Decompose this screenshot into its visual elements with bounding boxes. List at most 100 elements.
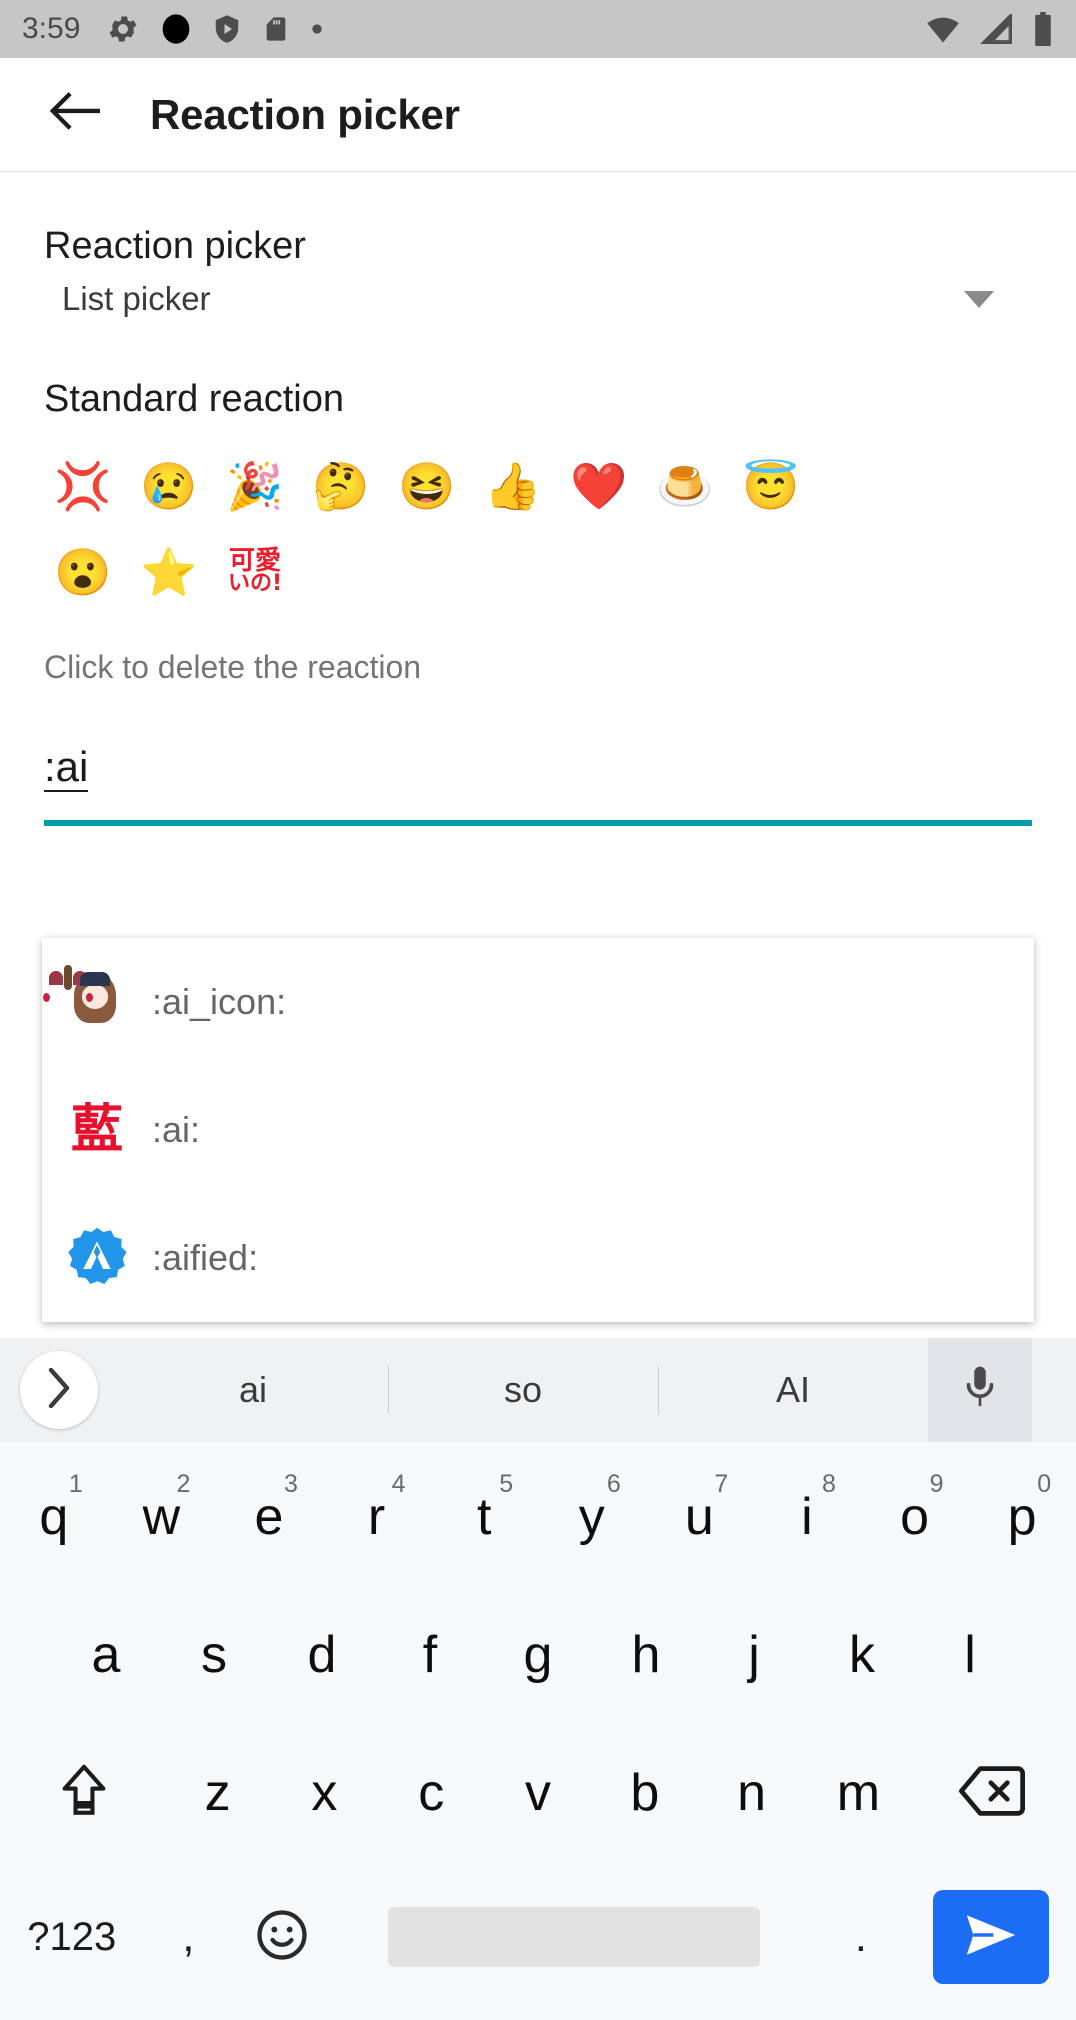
microphone-icon <box>963 1365 997 1416</box>
back-arrow-icon <box>48 90 100 139</box>
suggestion-ai[interactable]: 藍 :ai: <box>42 1066 1034 1194</box>
pref-value: List picker <box>62 280 211 317</box>
emoji-kawaii-custom[interactable]: 可愛 いの! <box>212 529 298 615</box>
emoji-red-heart[interactable]: ❤️ <box>556 443 642 529</box>
key-letter: y <box>578 1488 605 1546</box>
key-y[interactable]: y6 <box>538 1448 646 1586</box>
key-v[interactable]: v <box>485 1724 592 1862</box>
suggestion-chip-3[interactable]: AI <box>658 1338 928 1442</box>
emoji-crying-face[interactable]: 😢 <box>126 443 212 529</box>
key-o[interactable]: o9 <box>861 1448 969 1586</box>
key-letter: o <box>900 1488 929 1546</box>
key-a[interactable]: a <box>52 1586 160 1724</box>
emoji-glyph: ❤️ <box>570 460 628 512</box>
key-f[interactable]: f <box>376 1586 484 1724</box>
key-e[interactable]: e3 <box>215 1448 323 1586</box>
suggestion-chip-2[interactable]: so <box>388 1338 658 1442</box>
emoji-star[interactable]: ⭐ <box>126 529 212 615</box>
send-button <box>932 1890 1049 1984</box>
key-u[interactable]: u7 <box>646 1448 754 1586</box>
key-letter: i <box>801 1488 813 1546</box>
key-letter: z <box>204 1764 231 1822</box>
emoji-input-field[interactable]: :ai <box>0 686 1076 826</box>
emoji-glyph: 👍 <box>484 460 542 512</box>
key-letter: l <box>964 1626 976 1684</box>
expand-suggestions-button[interactable] <box>20 1351 98 1429</box>
key-g[interactable]: g <box>484 1586 592 1724</box>
key-z[interactable]: z <box>164 1724 271 1862</box>
emoji-thinking-face[interactable]: 🤔 <box>298 443 384 529</box>
emoji-grinning-squinting-face[interactable]: 😆 <box>384 443 470 529</box>
page-title: Reaction picker <box>150 90 460 138</box>
emoji-glyph: 🍮 <box>656 460 714 512</box>
symbols-key[interactable]: ?123 <box>0 1915 143 1960</box>
input-focus-underline <box>44 820 1032 826</box>
key-x[interactable]: x <box>271 1724 378 1862</box>
list-picker-dropdown[interactable]: List picker <box>44 268 1032 318</box>
key-number: 8 <box>822 1470 836 1498</box>
key-number: 7 <box>714 1470 729 1498</box>
emoji-party-popper[interactable]: 🎉 <box>212 443 298 529</box>
backspace-key[interactable] <box>912 1765 1072 1822</box>
emoji-anger-symbol[interactable]: 💢 <box>40 443 126 529</box>
key-c[interactable]: c <box>378 1724 485 1862</box>
shift-key[interactable] <box>4 1762 164 1825</box>
back-button[interactable] <box>26 67 122 163</box>
key-q[interactable]: q1 <box>0 1448 108 1586</box>
key-i[interactable]: i8 <box>753 1448 861 1586</box>
key-p[interactable]: p0 <box>968 1448 1076 1586</box>
period-key[interactable]: . <box>816 1912 906 1962</box>
comma-key[interactable]: , <box>143 1912 233 1962</box>
space-key[interactable] <box>332 1907 816 1967</box>
emoji-thumbs-up[interactable]: 👍 <box>470 443 556 529</box>
send-icon <box>963 1913 1019 1962</box>
shift-icon <box>55 1762 113 1825</box>
gear-icon <box>106 12 140 46</box>
key-k[interactable]: k <box>808 1586 916 1724</box>
key-d[interactable]: d <box>268 1586 376 1724</box>
status-bar: 3:59 <box>0 0 1076 58</box>
emoji-custard-pudding[interactable]: 🍮 <box>642 443 728 529</box>
key-number: 3 <box>284 1470 298 1498</box>
key-letter: f <box>422 1626 438 1684</box>
key-letter: h <box>631 1626 661 1684</box>
suggestion-ai-icon[interactable]: :ai_icon: <box>42 938 1034 1066</box>
emoji-key[interactable] <box>233 1908 332 1967</box>
key-number: 2 <box>176 1470 191 1498</box>
chevron-right-icon <box>46 1367 72 1413</box>
key-letter: c <box>418 1764 445 1822</box>
send-key[interactable] <box>906 1890 1076 1984</box>
key-number: 0 <box>1037 1470 1052 1498</box>
emoji-glyph: 🎉 <box>226 460 284 512</box>
shield-play-icon <box>212 12 242 46</box>
key-number: 1 <box>68 1470 83 1498</box>
suggestion-slots: ai so AI <box>118 1338 928 1442</box>
suggestion-aified[interactable]: :aified: <box>42 1194 1034 1322</box>
key-b[interactable]: b <box>591 1724 698 1862</box>
key-l[interactable]: l <box>916 1586 1024 1724</box>
key-r[interactable]: r4 <box>323 1448 431 1586</box>
emoji-smiling-face-with-halo[interactable]: 😇 <box>728 443 814 529</box>
app-screen: 3:59 Reaction picker Reaction picker Lis… <box>0 0 1076 2020</box>
emoji-glyph: 😢 <box>140 460 198 512</box>
status-left-icons <box>106 12 324 46</box>
key-m[interactable]: m <box>805 1724 912 1862</box>
key-t[interactable]: t5 <box>430 1448 538 1586</box>
emoji-face-with-open-mouth[interactable]: 😮 <box>40 529 126 615</box>
key-j[interactable]: j <box>700 1586 808 1724</box>
key-s[interactable]: s <box>160 1586 268 1724</box>
key-w[interactable]: w2 <box>108 1448 216 1586</box>
emoji-glyph: 😆 <box>398 460 456 512</box>
key-h[interactable]: h <box>592 1586 700 1724</box>
key-n[interactable]: n <box>698 1724 805 1862</box>
key-letter: k <box>849 1626 875 1684</box>
chevron-down-icon <box>964 290 994 308</box>
suggestion-label: :ai_icon: <box>152 981 287 1022</box>
voice-input-button[interactable] <box>928 1338 1032 1442</box>
dot-icon <box>310 22 324 36</box>
emoji-row-2: 😮 ⭐ 可愛 いの! <box>40 529 1036 615</box>
key-letter: v <box>524 1764 551 1822</box>
suggestion-chip-1[interactable]: ai <box>118 1338 388 1442</box>
emoji-glyph: 🤔 <box>312 460 370 512</box>
key-number: 9 <box>929 1470 944 1498</box>
